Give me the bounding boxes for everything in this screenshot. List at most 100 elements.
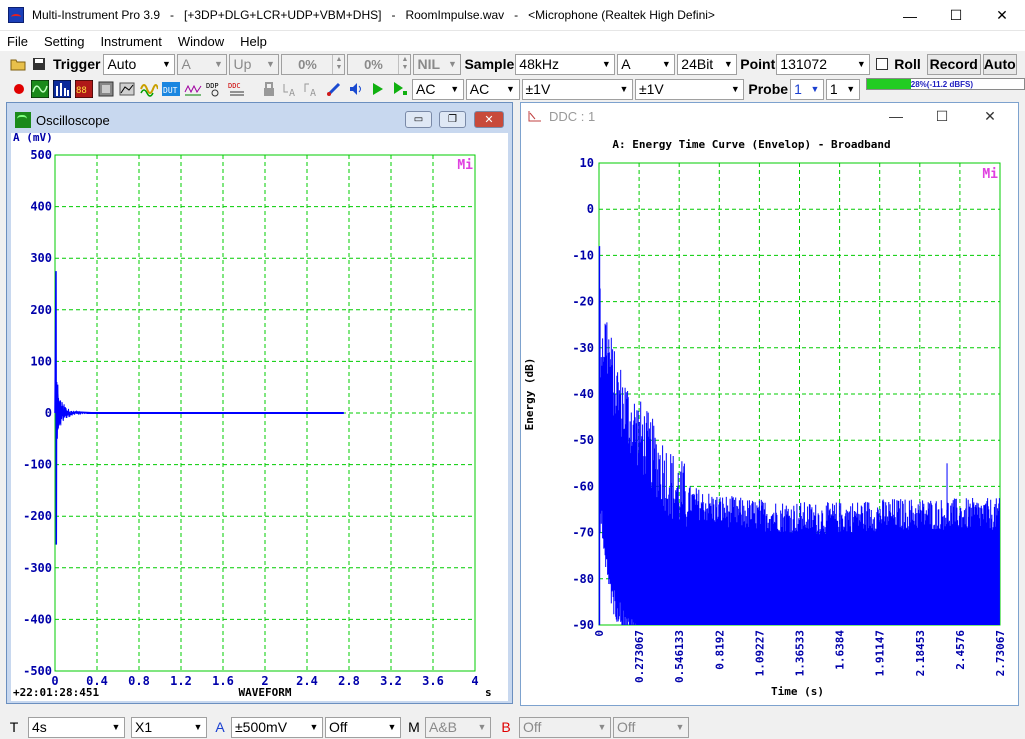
waveform-icon[interactable] [139, 79, 159, 99]
osc-y-tick-label: -200 [23, 509, 52, 523]
channel-value: A [621, 56, 631, 72]
etc-chart[interactable]: A: Energy Time Curve (Envelop) - Broadba… [521, 129, 1018, 705]
speaker-icon[interactable] [346, 79, 366, 99]
dut-icon[interactable]: DUT [161, 79, 181, 99]
osc-minimize-button[interactable]: ▭ [405, 111, 432, 128]
close-button[interactable]: ✕ [979, 0, 1025, 31]
channel-b-offset-select[interactable]: Off ▼ [613, 716, 689, 738]
save-icon[interactable] [30, 54, 48, 74]
etc-y-tick-label: -60 [572, 479, 594, 493]
channel-a-range-select[interactable]: ±500mV ▼ [231, 716, 323, 738]
probe-a-select[interactable]: 1 ▼ [790, 78, 824, 100]
multimeter-icon[interactable]: 88 [74, 79, 94, 99]
chevron-down-icon: ▼ [730, 84, 740, 94]
lock-icon[interactable] [259, 79, 279, 99]
app-logo-icon [8, 7, 24, 23]
etc-y-tick-label: 0 [587, 202, 594, 216]
etc-x-tick-label: 1.6384 [834, 630, 847, 670]
menu-window[interactable]: Window [170, 34, 232, 49]
oscilloscope-title: Oscilloscope [36, 112, 110, 128]
menu-setting[interactable]: Setting [36, 34, 92, 49]
record-dot-icon[interactable] [10, 79, 28, 99]
oscilloscope-plot[interactable]: A (mV) 0 0.4 0.8 1.2 1.6 2 2.4 2.8 3.2 3.6 4 500 400 3… [11, 131, 508, 701]
status-bar: T 4s ▼ X1 ▼ A ±500mV ▼ Off ▼ M A&B ▼ B Off ▼ O… [0, 715, 1025, 739]
points-select[interactable]: 131072 ▼ [776, 53, 871, 75]
trigger-mode-select[interactable]: Auto ▼ [103, 53, 176, 75]
chevron-down-icon: ▼ [477, 722, 487, 732]
coupling-a-select[interactable]: AC ▼ [412, 78, 464, 100]
data-logger-icon[interactable] [117, 79, 137, 99]
trigger-b-icon[interactable]: A [303, 79, 323, 99]
menu-bar: File Setting Instrument Window Help [0, 31, 1025, 51]
ddc-icon[interactable]: DDC [227, 79, 247, 99]
channel-a-offset-select[interactable]: Off ▼ [325, 716, 401, 738]
osc-restore-button[interactable]: ❐ [439, 111, 466, 128]
pretrigger-value: 0% [364, 56, 383, 72]
osc-y-tick-label: 300 [30, 251, 52, 265]
mi-logo: Mi [457, 158, 473, 173]
probe-icon[interactable] [324, 79, 344, 99]
osc-y-tick-label: 200 [30, 303, 52, 317]
timebase-value: 4s [32, 719, 47, 735]
osc-y-tick-label: -300 [23, 561, 52, 575]
roll-checkbox[interactable] [876, 58, 889, 70]
nil-select[interactable]: NIL ▼ [413, 53, 462, 75]
osc-close-button[interactable]: ✕ [474, 111, 504, 128]
bit-depth-select[interactable]: 24Bit ▼ [677, 53, 738, 75]
ddc-close-button[interactable]: ✕ [967, 103, 1013, 129]
chevron-down-icon: ▼ [810, 84, 820, 94]
zoom-select[interactable]: X1 ▼ [131, 716, 207, 738]
osc-unit-label: A (mV) [13, 133, 53, 144]
svg-text:88: 88 [76, 86, 87, 96]
range-a-value: ±1V [525, 81, 551, 97]
maximize-button[interactable]: ☐ [933, 0, 979, 31]
chevron-down-icon: ▼ [193, 722, 203, 732]
menu-file[interactable]: File [0, 34, 36, 49]
oscilloscope-titlebar: Oscilloscope [11, 107, 508, 133]
coupling-b-select[interactable]: AC ▼ [465, 78, 520, 100]
probe-a-value: 1 [794, 81, 802, 97]
play-step-icon[interactable] [390, 79, 410, 99]
spin-arrows-icon[interactable]: ▲ ▼ [332, 54, 344, 74]
menu-instrument[interactable]: Instrument [92, 34, 169, 49]
trigger-level-spinner[interactable]: 0% ▲ ▼ [281, 53, 346, 75]
menu-help[interactable]: Help [232, 34, 275, 49]
signal-generator-icon[interactable] [96, 79, 116, 99]
chevron-down-icon: ▼ [450, 84, 460, 94]
open-folder-icon[interactable] [8, 54, 28, 74]
oscilloscope-icon[interactable] [30, 79, 50, 99]
spin-arrows-icon[interactable]: ▲ ▼ [398, 54, 410, 74]
chevron-down-icon: ▼ [387, 722, 397, 732]
trigger-edge-select[interactable]: Up ▼ [229, 53, 280, 75]
sample-rate-select[interactable]: 48kHz ▼ [515, 53, 616, 75]
math-select[interactable]: A&B ▼ [425, 716, 491, 738]
auto-button[interactable]: Auto [982, 53, 1017, 75]
timebase-select[interactable]: 4s ▼ [28, 716, 125, 738]
osc-x-tick-label: 2.4 [296, 674, 318, 688]
coupling-a-value: AC [416, 81, 436, 97]
osc-y-tick-label: -500 [23, 664, 52, 678]
minimize-button[interactable]: — [887, 0, 933, 31]
trigger-channel-select[interactable]: A ▼ [177, 53, 228, 75]
etc-y-tick-label: -40 [572, 387, 594, 401]
probe-b-select[interactable]: 1 ▼ [825, 78, 860, 100]
ddc-maximize-button[interactable]: ☐ [919, 103, 965, 129]
chevron-down-icon: ▼ [846, 84, 856, 94]
channel-a-range-value: ±500mV [235, 719, 288, 735]
spectrum-analyzer-icon[interactable] [52, 79, 72, 99]
ddc-minimize-button[interactable]: — [873, 103, 919, 129]
channel-select[interactable]: A ▼ [617, 53, 676, 75]
etc-x-tick-label: 0.546133 [673, 630, 686, 683]
range-a-select[interactable]: ±1V ▼ [521, 78, 633, 100]
sweep-icon[interactable] [183, 79, 203, 99]
trigger-a-icon[interactable]: A [281, 79, 301, 99]
pretrigger-spinner[interactable]: 0% ▲ ▼ [347, 53, 412, 75]
chevron-down-icon: ▼ [266, 59, 275, 69]
play-icon[interactable] [368, 79, 388, 99]
channel-b-range-select[interactable]: Off ▼ [519, 716, 611, 738]
ddp-icon[interactable]: DDP [205, 79, 225, 99]
record-button[interactable]: Record [926, 53, 981, 75]
osc-x-tick-label: 3.2 [380, 674, 402, 688]
range-b-select[interactable]: ±1V ▼ [634, 78, 745, 100]
range-b-value: ±1V [638, 81, 664, 97]
